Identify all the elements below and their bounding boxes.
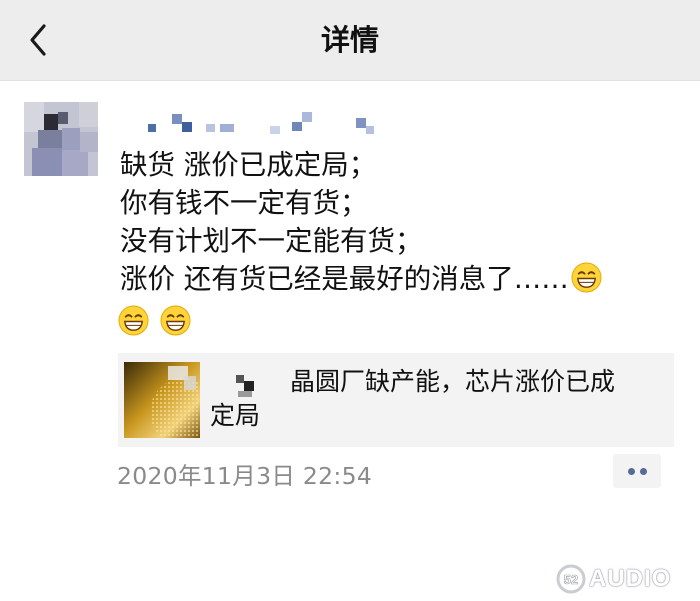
post-line: 没有计划不一定能有货；: [120, 225, 423, 257]
grin-emoji-icon: [160, 305, 191, 336]
post-content: 缺货 涨价已成定局； 你有钱不一定有货； 没有计划不一定能有货； 涨价 还有货已…: [120, 146, 680, 298]
more-button[interactable]: [613, 454, 661, 488]
post-line: 你有钱不一定有货；: [120, 187, 368, 219]
grin-emoji-icon: [571, 262, 602, 293]
avatar[interactable]: [24, 102, 98, 176]
more-dots-icon: [628, 468, 635, 475]
watermark-badge-icon: 52: [556, 564, 586, 594]
username-pixelated[interactable]: [120, 108, 400, 138]
nav-bar: 详情: [0, 0, 700, 81]
post-timestamp: 2020年11月3日 22:54: [117, 462, 373, 490]
more-dots-icon: [640, 468, 647, 475]
svg-text:52: 52: [564, 572, 578, 587]
link-title: 晶圆厂缺产能，芯片涨价已成 定局: [210, 367, 616, 430]
post-line: 缺货 涨价已成定局；: [120, 149, 377, 181]
link-thumbnail: [124, 362, 200, 438]
watermark: 52 AUDIO: [555, 563, 695, 595]
post-line: 涨价 还有货已经是最好的消息了……: [120, 263, 569, 295]
post-line-with-emoji: 涨价 还有货已经是最好的消息了……: [120, 260, 680, 298]
watermark-text: AUDIO: [589, 565, 672, 592]
page-title: 详情: [320, 23, 379, 57]
emoji-row: [118, 305, 197, 341]
shared-link-card[interactable]: 晶圆厂缺产能，芯片涨价已成 定局: [118, 353, 674, 447]
grin-emoji-icon: [118, 305, 149, 336]
